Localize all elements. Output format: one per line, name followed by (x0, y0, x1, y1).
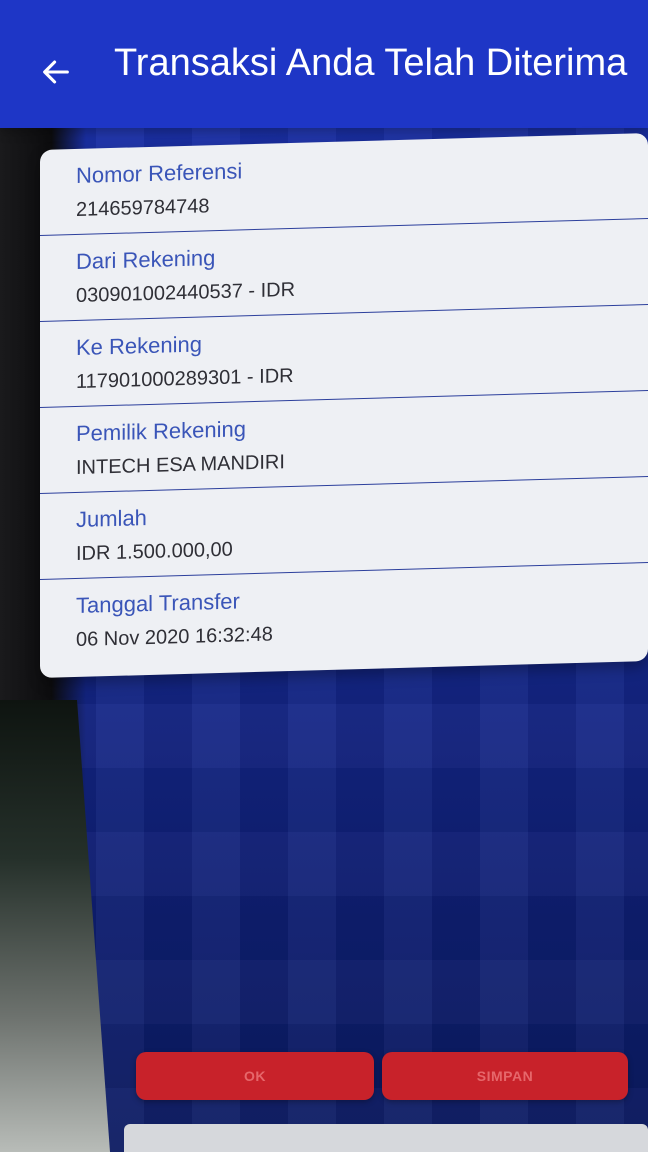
detail-value: 030901002440537 - IDR (76, 278, 296, 307)
detail-row-transfer-date: Tanggal Transfer 06 Nov 2020 16:32:48 (40, 563, 648, 666)
detail-label: Tanggal Transfer (76, 588, 240, 618)
action-buttons: OK SIMPAN (136, 1052, 636, 1104)
detail-label: Ke Rekening (76, 331, 202, 360)
detail-label: Pemilik Rekening (76, 416, 246, 446)
detail-label: Jumlah (76, 505, 147, 532)
detail-value: INTECH ESA MANDIRI (76, 451, 285, 479)
detail-value: 117901000289301 - IDR (76, 364, 294, 393)
detail-value: 06 Nov 2020 16:32:48 (76, 623, 273, 651)
app-screen: Transaksi Anda Telah Diterima Nomor Refe… (0, 0, 648, 1152)
detail-label: Dari Rekening (76, 245, 216, 274)
back-button[interactable] (34, 50, 78, 94)
device-bezel-lower (0, 700, 110, 1152)
page-title: Transaksi Anda Telah Diterima (114, 42, 628, 84)
transaction-details-card: Nomor Referensi 214659784748 Dari Rekeni… (40, 133, 648, 678)
detail-value: IDR 1.500.000,00 (76, 538, 233, 565)
ok-button[interactable]: OK (136, 1052, 374, 1100)
system-navigation-bar (124, 1124, 648, 1152)
app-header: Transaksi Anda Telah Diterima (0, 0, 648, 128)
save-button[interactable]: SIMPAN (382, 1052, 628, 1100)
detail-label: Nomor Referensi (76, 158, 243, 188)
arrow-left-icon (43, 60, 69, 84)
detail-value: 214659784748 (76, 195, 210, 221)
